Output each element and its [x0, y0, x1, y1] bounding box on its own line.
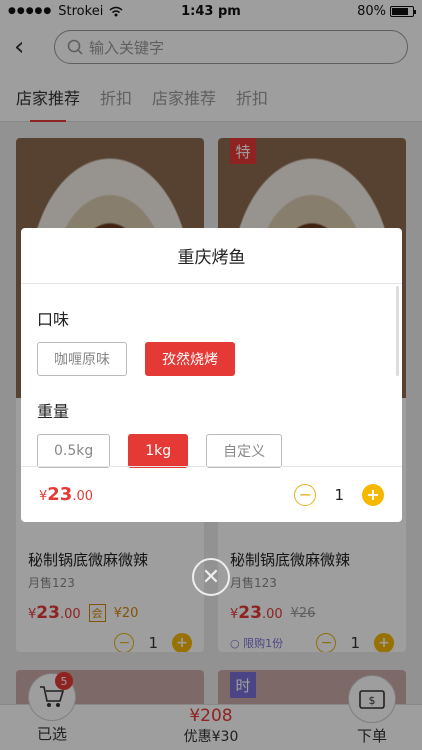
search-header: ‹ 输入关键字 [0, 22, 422, 72]
search-input[interactable]: 输入关键字 [54, 30, 408, 64]
close-icon[interactable]: ✕ [192, 558, 230, 596]
modal-price: ¥23.00 [39, 484, 94, 505]
quantity-value: 1 [350, 634, 360, 652]
weight-options: 0.5kg 1kg 自定义 [37, 434, 386, 468]
battery-icon [390, 5, 416, 17]
weight-option-custom[interactable]: 自定义 [206, 434, 283, 468]
purchase-limit: ○ 限购1份 [230, 637, 284, 650]
flavor-option-cumin-bbq[interactable]: 孜然烧烤 [145, 342, 235, 376]
search-icon [67, 39, 83, 55]
flavor-options: 咖喱原味 孜然烧烤 [37, 342, 386, 376]
svg-text:$: $ [369, 694, 376, 707]
category-tabs: 店家推荐 折扣 店家推荐 折扣 [0, 72, 422, 122]
bottom-bar: 5 已选 ¥208 优惠¥30 $ 下单 [0, 672, 422, 750]
decrease-button[interactable]: − [294, 483, 317, 506]
status-bar: ●●●●● Strokei 1:43 pm 80% [0, 0, 422, 22]
place-order-button[interactable]: $ 下单 [344, 675, 400, 746]
clock: 1:43 pm [181, 3, 241, 19]
original-price: ¥26 [290, 605, 316, 621]
back-arrow-icon[interactable]: ‹ [14, 32, 44, 62]
modal-scrollbar[interactable] [396, 286, 399, 376]
time-limited-tag: 时 [230, 672, 256, 698]
tab-discount[interactable]: 折扣 [100, 72, 132, 122]
quantity-value: 1 [148, 634, 158, 652]
decrease-button[interactable]: − [316, 633, 337, 652]
decrease-button[interactable]: − [114, 633, 135, 652]
order-label: 下单 [356, 727, 387, 745]
member-badge: 会 [88, 604, 106, 622]
quantity-stepper: − 1 + [294, 483, 384, 506]
product-price: ¥23.00 [230, 603, 283, 623]
weight-label: 重量 [37, 402, 70, 421]
product-title: 秘制锅底微麻微辣 [230, 551, 351, 569]
monthly-sales: 月售123 [28, 576, 75, 590]
increase-button[interactable]: + [172, 633, 192, 652]
tab-discount-2[interactable]: 折扣 [236, 72, 268, 122]
product-title: 秘制锅底微麻微辣 [28, 551, 149, 569]
modal-footer: ¥23.00 − 1 + [21, 466, 402, 522]
tab-store-recommend[interactable]: 店家推荐 [16, 72, 80, 122]
bill-icon: $ [359, 690, 385, 709]
modal-title: 重庆烤鱼 [21, 228, 402, 284]
weight-option-one-kg[interactable]: 1kg [128, 434, 189, 468]
increase-button[interactable]: + [374, 633, 394, 652]
increase-button[interactable]: + [362, 483, 384, 506]
member-price: ¥20 [113, 605, 139, 621]
weight-option-half-kg[interactable]: 0.5kg [37, 434, 111, 468]
flavor-label: 口味 [37, 310, 70, 329]
search-placeholder: 输入关键字 [89, 38, 165, 57]
spec-selection-modal: 重庆烤鱼 口味 咖喱原味 孜然烧烤 重量 0.5kg 1kg 自定义 ¥23.0… [21, 228, 402, 522]
monthly-sales: 月售123 [230, 576, 277, 590]
special-tag: 特 [230, 138, 256, 164]
product-price: ¥23.00 [28, 603, 81, 623]
cart-count-badge: 5 [55, 672, 73, 690]
quantity-value: 1 [334, 485, 344, 504]
flavor-option-curry[interactable]: 咖喱原味 [37, 342, 127, 376]
tab-store-recommend-2[interactable]: 店家推荐 [152, 72, 216, 122]
